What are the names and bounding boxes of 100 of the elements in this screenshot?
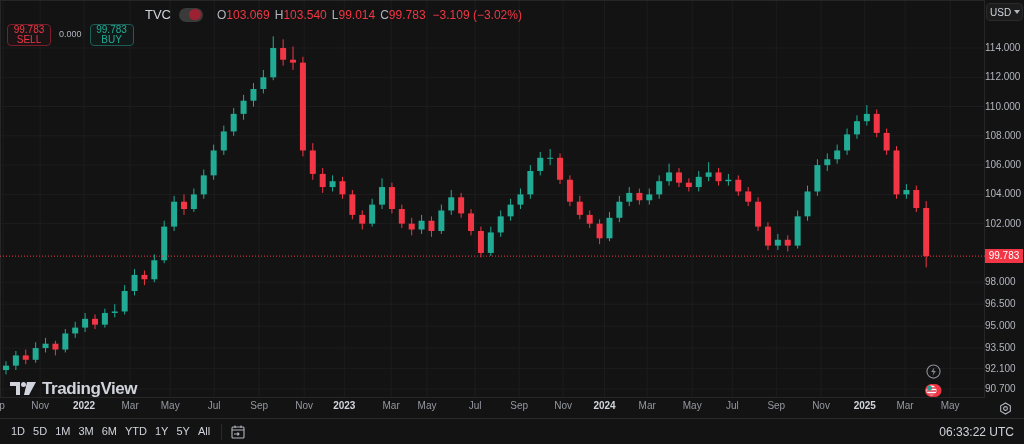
candle: [230, 107, 237, 137]
symbol-text: TVC: [145, 6, 171, 24]
candle: [32, 341, 39, 364]
candle: [220, 125, 227, 156]
axis-label: Nov: [295, 401, 314, 411]
axis-label: 110.000: [985, 101, 1021, 112]
candle: [92, 313, 98, 330]
range-button[interactable]: 1M: [52, 423, 74, 440]
calendar-icon[interactable]: [230, 423, 247, 440]
candle: [111, 303, 118, 318]
candle: [517, 188, 524, 210]
candle: [764, 221, 771, 251]
axis-label: Sep: [250, 401, 269, 411]
spread-text: 0.000: [59, 28, 82, 42]
range-button[interactable]: 3M: [75, 423, 97, 440]
candle: [527, 164, 534, 200]
range-button[interactable]: 5D: [30, 423, 51, 440]
ohlc-value: 99.783: [388, 6, 426, 24]
candle: [735, 174, 742, 197]
candle: [487, 226, 494, 257]
candle: [12, 350, 19, 371]
axis-label: 92.100: [985, 363, 1016, 374]
ohlc-value: 99.014: [338, 6, 376, 24]
candle: [557, 152, 564, 185]
candle: [280, 38, 287, 67]
flag-icon[interactable]: [924, 383, 942, 398]
buy-button[interactable]: 99.783 BUY: [89, 24, 134, 46]
ohlc-label: C: [380, 6, 389, 24]
candle: [616, 195, 623, 223]
range-button[interactable]: 6M: [98, 423, 120, 440]
candle: [260, 69, 267, 94]
toggle-switch[interactable]: [179, 7, 203, 22]
candle: [3, 360, 9, 375]
candle: [477, 226, 484, 258]
axis-label: Nov: [812, 401, 830, 411]
candle: [22, 349, 29, 365]
sell-button[interactable]: 99.783 SELL: [7, 24, 51, 46]
candle: [834, 144, 841, 165]
candle: [359, 210, 366, 230]
currency-dropdown[interactable]: USD: [986, 3, 1023, 21]
range-button[interactable]: 1Y: [151, 423, 172, 440]
ohlc-value: 103.540: [283, 6, 327, 24]
candle: [369, 198, 376, 228]
candle: [537, 151, 544, 176]
candle: [62, 328, 69, 353]
axis-label: 106.000: [985, 160, 1022, 171]
axis-label: Jul: [207, 401, 221, 411]
candle: [339, 176, 346, 200]
candle: [121, 284, 128, 315]
candle: [853, 114, 860, 140]
range-button[interactable]: 5Y: [173, 423, 193, 440]
axis-label: 2022: [72, 401, 96, 411]
candle: [576, 195, 583, 220]
candle: [210, 144, 217, 181]
candle: [171, 195, 178, 232]
candle: [497, 210, 504, 238]
candle: [438, 204, 445, 235]
candle: [270, 35, 277, 81]
axis-label: May: [682, 401, 702, 411]
candle: [596, 218, 603, 245]
candle: [844, 128, 851, 156]
brand-text: TradingView: [42, 378, 138, 400]
candle: [398, 204, 405, 229]
candle: [468, 208, 475, 236]
candle: [181, 193, 187, 216]
candle: [745, 186, 752, 207]
candle: [131, 268, 138, 296]
candle: [161, 220, 168, 264]
settings-icon[interactable]: [999, 402, 1012, 415]
candle: [200, 169, 207, 200]
range-button[interactable]: YTD: [121, 423, 150, 440]
candle: [893, 145, 900, 200]
axis-label: 104.000: [985, 189, 1022, 200]
candle: [656, 174, 663, 200]
candle: [784, 234, 791, 252]
candle: [72, 321, 79, 339]
candle: [240, 94, 247, 121]
candle: [804, 185, 811, 222]
candle: [774, 233, 781, 251]
axis-label: Sep: [510, 401, 529, 411]
candle: [586, 210, 593, 229]
lightning-icon[interactable]: [925, 364, 941, 379]
axis-label: 2024: [593, 401, 616, 411]
axis-label: 102.000: [985, 218, 1022, 229]
candle: [458, 192, 465, 219]
candle: [547, 148, 554, 166]
candle: [666, 163, 673, 187]
candle: [388, 182, 395, 214]
candle: [379, 177, 386, 210]
axis-label: Mar: [896, 401, 914, 411]
candle: [695, 170, 702, 192]
candle: [319, 167, 326, 194]
axis-label: 90.700: [985, 384, 1016, 395]
price-change: −3.109 (−3.02%): [432, 6, 522, 24]
range-button[interactable]: All: [194, 423, 214, 440]
range-button[interactable]: 1D: [8, 423, 29, 440]
candle: [715, 167, 722, 187]
candle: [705, 161, 712, 182]
axis-label: 108.000: [985, 130, 1022, 141]
candle: [151, 253, 158, 283]
